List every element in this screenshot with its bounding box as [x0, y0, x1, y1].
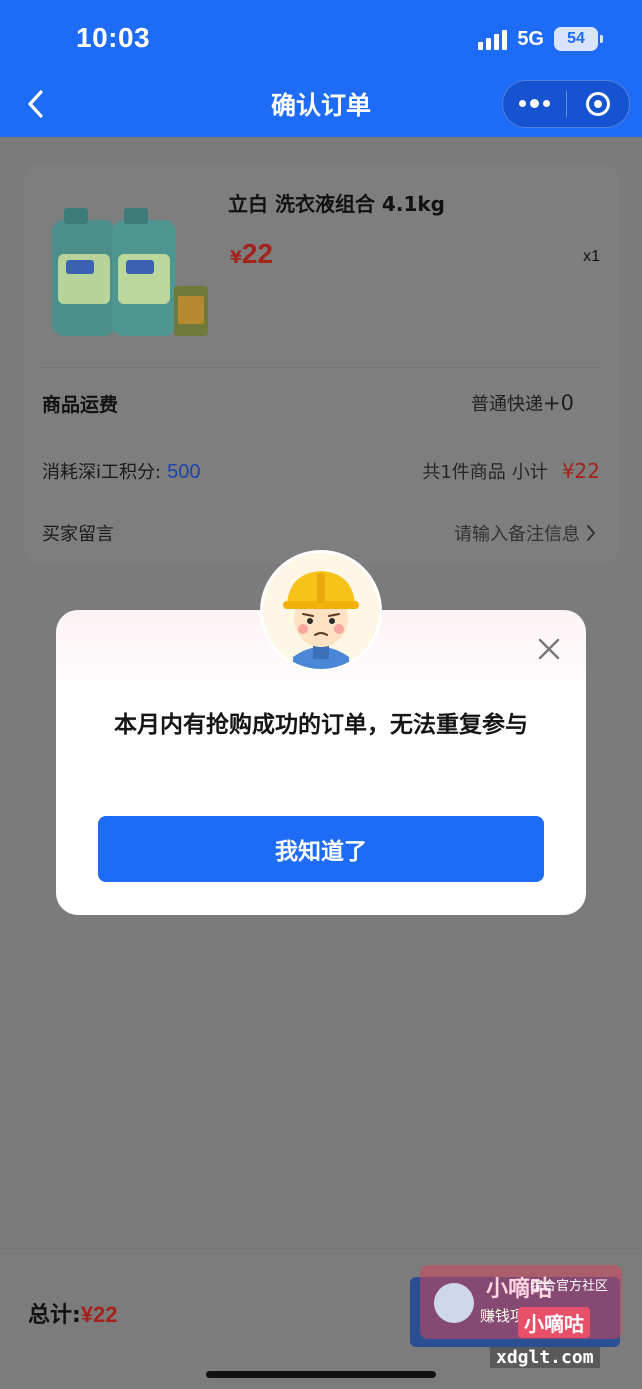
bottom-bar: 总计:¥22 小嘀咕 综合官方社区 赚钱项目交流 小嘀咕 xdglt.com	[0, 1248, 642, 1389]
confirm-button[interactable]: 我知道了	[98, 816, 544, 882]
target-icon	[585, 92, 610, 116]
total-amount: ¥22	[80, 1302, 118, 1327]
product-price: ¥22	[230, 238, 273, 270]
price-value: 22	[241, 238, 273, 269]
points-value: 500	[167, 461, 201, 483]
status-time: 10:03	[76, 22, 151, 53]
price-symbol: ¥	[230, 248, 242, 268]
home-indicator	[206, 1371, 436, 1378]
dialog-message: 本月内有抢购成功的订单，无法重复参与	[114, 712, 528, 738]
worker-mascot-icon	[263, 553, 379, 669]
close-button[interactable]	[534, 634, 564, 664]
message-placeholder: 请输入备注信息	[454, 524, 580, 545]
more-dots-icon	[518, 99, 550, 108]
close-icon	[538, 638, 560, 660]
shipping-value: 普通快递+0	[471, 390, 574, 416]
shipping-label: 商品运费	[42, 394, 119, 416]
status-icons: 5G 54	[478, 24, 603, 54]
subtotal-amount: ¥22	[561, 459, 600, 483]
subtotal-row: 共1件商品 小计 ¥22	[422, 458, 600, 484]
total-row: 总计:¥22	[28, 1297, 118, 1329]
close-miniprogram-button[interactable]	[567, 81, 630, 127]
shipping-fee: +0	[543, 391, 574, 415]
product-quantity: x1	[583, 248, 600, 265]
total-label: 总计:	[28, 1303, 81, 1328]
subtotal-label: 小计	[511, 462, 548, 483]
mascot-face-icon	[434, 1283, 474, 1323]
shipping-method: 普通快递	[471, 394, 544, 415]
watermark-url: xdglt.com	[490, 1347, 600, 1368]
miniprogram-capsule	[502, 80, 630, 128]
order-card: 立白 洗衣液组合 4.1kg ¥22 x1 商品运费 普通快递+0 消耗深i工积…	[24, 164, 618, 564]
points-label: 消耗深i工积分:	[42, 462, 162, 483]
item-count: 共1件商品	[422, 462, 506, 483]
product-name: 立白 洗衣液组合 4.1kg	[228, 192, 445, 216]
header-bar: 10:03 5G 54 确认订单	[0, 0, 642, 137]
more-button[interactable]	[503, 81, 566, 127]
watermark-badge: 小嘀咕	[518, 1307, 590, 1338]
watermark-logo: 小嘀咕 综合官方社区 赚钱项目交流 小嘀咕	[420, 1265, 622, 1339]
watermark-side-text: 综合官方社区	[530, 1279, 609, 1294]
battery-icon: 54	[554, 27, 603, 51]
signal-icon	[478, 28, 508, 50]
chevron-right-icon	[587, 525, 595, 541]
buyer-message-input[interactable]: 请输入备注信息	[454, 520, 596, 546]
network-type: 5G	[517, 27, 544, 50]
product-image	[46, 204, 216, 344]
divider	[42, 367, 600, 368]
points-row: 消耗深i工积分: 500	[42, 458, 200, 484]
message-label: 买家留言	[42, 524, 114, 545]
